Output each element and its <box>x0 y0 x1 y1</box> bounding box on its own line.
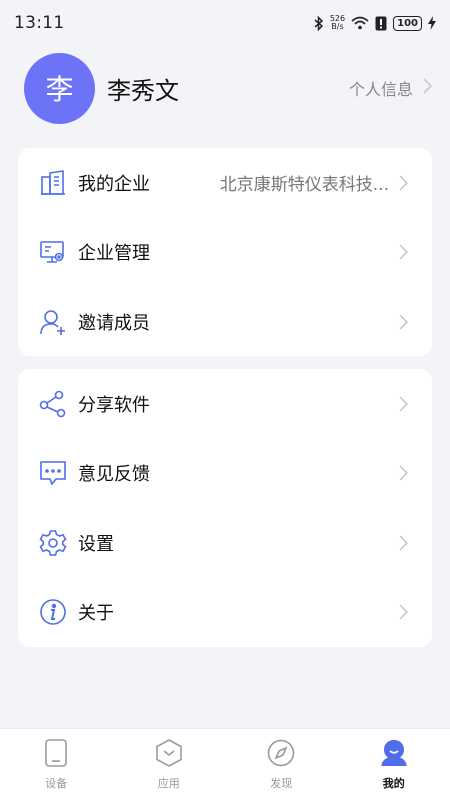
personal-info-label: 个人信息 <box>348 80 413 99</box>
menu-item-about[interactable]: 关于 <box>18 578 432 648</box>
nav-label: 应用 <box>157 776 180 790</box>
bluetooth-icon <box>314 15 324 31</box>
menu-item-invite-members[interactable]: 邀请成员 <box>18 287 432 357</box>
feedback-icon <box>38 458 68 488</box>
menu-item-enterprise-management[interactable]: 企业管理 <box>18 218 432 288</box>
nav-label: 设备 <box>45 776 68 790</box>
alert-icon <box>375 16 387 31</box>
nav-label: 发现 <box>270 776 293 790</box>
chevron-right-icon <box>399 465 408 481</box>
enterprise-menu-card: 我的企业 北京康斯特仪表科技... 企业管理 邀请成员 <box>18 148 432 356</box>
chevron-right-icon <box>399 535 408 551</box>
menu-item-label: 分享软件 <box>78 394 150 416</box>
menu-item-label: 我的企业 <box>78 173 150 195</box>
menu-item-my-enterprise[interactable]: 我的企业 北京康斯特仪表科技... <box>18 148 432 218</box>
menu-item-settings[interactable]: 设置 <box>18 508 432 578</box>
menu-item-feedback[interactable]: 意见反馈 <box>18 439 432 509</box>
gear-icon <box>38 528 68 558</box>
device-icon <box>44 738 68 771</box>
nav-tab-discover[interactable]: 发现 <box>225 729 338 800</box>
app-icon <box>155 738 182 771</box>
building-icon <box>38 168 68 198</box>
user-name: 李秀文 <box>107 76 179 105</box>
status-icons: 526 B/s 100 <box>314 15 436 31</box>
nav-tab-apps[interactable]: 应用 <box>113 729 226 800</box>
nav-tab-devices[interactable]: 设备 <box>0 729 113 800</box>
battery-indicator: 100 <box>393 15 422 31</box>
compass-icon <box>267 739 295 771</box>
avatar[interactable]: 李 <box>24 52 95 124</box>
network-speed: 526 B/s <box>329 14 346 31</box>
menu-item-label: 邀请成员 <box>78 312 150 334</box>
charging-icon <box>428 16 436 30</box>
chevron-right-icon <box>399 604 408 620</box>
menu-item-label: 关于 <box>78 603 114 625</box>
nav-label: 我的 <box>382 776 405 790</box>
chevron-right-icon <box>399 396 408 412</box>
profile-icon <box>381 739 407 771</box>
general-menu-card: 分享软件 意见反馈 设置 关于 <box>18 369 432 647</box>
share-icon <box>38 389 68 419</box>
info-icon <box>38 597 68 627</box>
chevron-right-icon <box>423 78 433 98</box>
monitor-settings-icon <box>38 237 68 267</box>
personal-info-link[interactable]: 个人信息 <box>348 76 433 100</box>
enterprise-name: 北京康斯特仪表科技... <box>219 175 389 196</box>
menu-item-label: 企业管理 <box>78 243 150 265</box>
status-bar: 13:11 526 B/s 100 <box>0 0 450 46</box>
wifi-icon <box>351 16 369 30</box>
chevron-right-icon <box>399 314 408 330</box>
status-time: 13:11 <box>14 13 65 33</box>
chevron-right-icon <box>399 175 408 191</box>
profile-header[interactable]: 李 李秀文 个人信息 <box>24 52 433 124</box>
chevron-right-icon <box>399 244 408 260</box>
menu-item-label: 设置 <box>78 533 114 555</box>
user-add-icon <box>38 307 68 337</box>
bottom-navigation: 设备 应用 发现 我的 <box>0 728 450 800</box>
menu-item-label: 意见反馈 <box>78 464 150 486</box>
nav-tab-mine[interactable]: 我的 <box>338 729 450 800</box>
menu-item-share-software[interactable]: 分享软件 <box>18 369 432 439</box>
